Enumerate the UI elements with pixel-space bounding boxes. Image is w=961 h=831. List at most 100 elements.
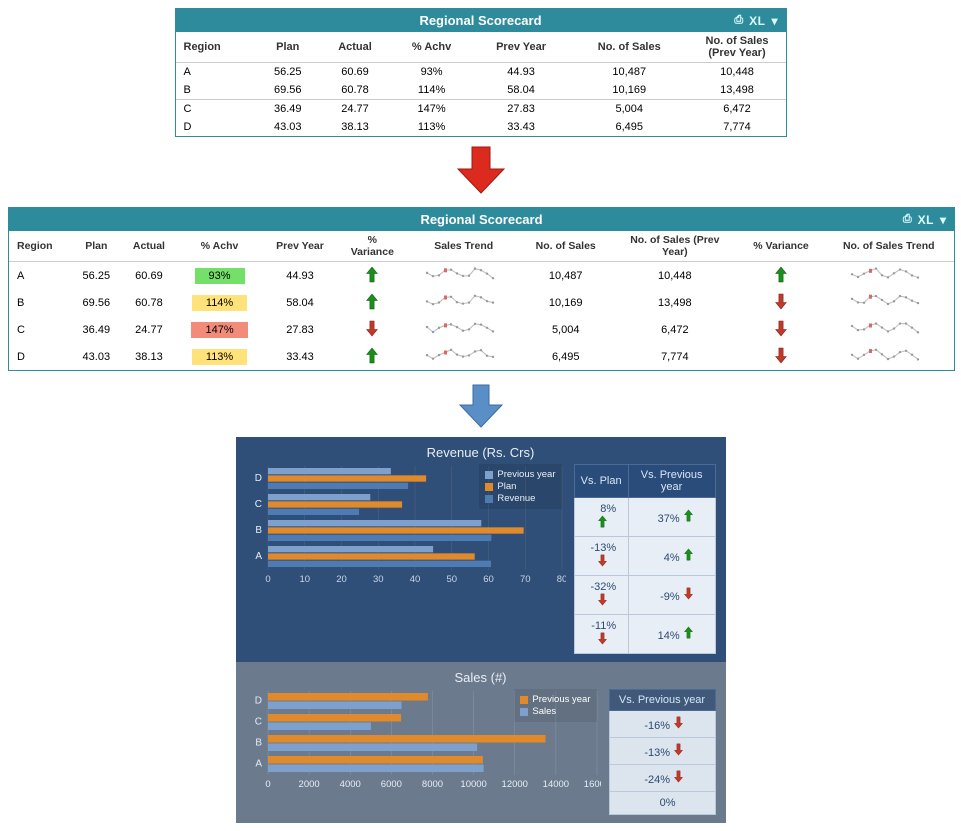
cell-sales-trend [407,262,520,290]
side-row: -11%14% [574,615,715,654]
table-row: D43.0338.13113%33.436,4957,774 [9,343,954,370]
cell-region: A [176,63,257,82]
svg-text:A: A [255,551,262,562]
svg-text:6000: 6000 [380,779,401,789]
revenue-chart-card: Revenue (Rs. Crs) 01020304050607080DCBA … [236,437,726,662]
export-xl-button[interactable]: XL [918,213,934,227]
cell-variance-1 [338,343,407,370]
cell-prev: 58.04 [472,81,570,100]
svg-text:8000: 8000 [421,779,442,789]
sparkline-icon [425,265,503,286]
cell-variance-1 [338,262,407,290]
variance-arrow-icon [597,554,608,570]
cell-nsales: 5,004 [570,100,688,119]
col-actual: Actual [319,32,391,63]
cell-actual: 60.69 [121,262,177,290]
sales-chart-card: Sales (#) 020004000600080001000012000140… [236,662,726,823]
sparkline-icon [850,265,928,286]
panel-header: Regional Scorecard ⎙ XL ▾ [176,9,786,32]
variance-arrow-icon [673,770,684,786]
cell-nsales: 10,169 [570,81,688,100]
cell-variance-2 [739,343,824,370]
panel-header: Regional Scorecard ⎙ XL ▾ [9,208,954,231]
cell-nsales_prev: 7,774 [689,118,786,136]
svg-text:D: D [254,473,261,484]
table-row: A56.2560.6993%44.9310,48710,448 [176,63,786,82]
sparkline-icon [850,292,928,313]
sparkline-icon [425,346,503,367]
cell-nsales-prev: 6,472 [611,316,738,343]
cell-achv: 114% [391,81,472,100]
legend-item: Revenue [485,493,555,504]
cell-achv: 147% [177,316,263,343]
chart-title: Sales (#) [246,670,716,685]
side-row: -24% [609,765,715,792]
svg-text:80: 80 [556,574,565,584]
cell-nsales: 10,169 [520,289,611,316]
cell-nsales_prev: 10,448 [689,63,786,82]
cell-nsales_prev: 6,472 [689,100,786,119]
flow-arrow-blue [8,381,953,431]
svg-text:30: 30 [372,574,383,584]
sparkline-icon [425,292,503,313]
cell-sales-trend [407,289,520,316]
cell-nsales: 10,487 [570,63,688,82]
svg-text:A: A [255,759,262,770]
col-header: % Variance [739,231,824,262]
cell-region: D [176,118,257,136]
variance-arrow-icon [683,548,694,564]
dropdown-icon[interactable]: ▾ [771,14,777,28]
cell-plan: 36.49 [257,100,319,119]
scorecard-table-basic: Region Plan Actual % Achv Prev Year No. … [176,32,786,136]
svg-text:2000: 2000 [298,779,319,789]
svg-text:B: B [255,738,262,749]
col-nsales: No. of Sales [570,32,688,63]
svg-text:12000: 12000 [501,779,527,789]
variance-arrow-icon [683,587,694,603]
cell-region: C [176,100,257,119]
col-prev: Prev Year [472,32,570,63]
cell-prev: 27.83 [262,316,337,343]
cell-achv: 147% [391,100,472,119]
cell-sales-trend [407,343,520,370]
legend-item: Previous year [520,694,590,705]
cell-plan: 43.03 [71,343,121,370]
cell-variance-2 [739,316,824,343]
cell-region: B [9,289,71,316]
variance-arrow-icon [673,743,684,759]
cell-prev: 27.83 [472,100,570,119]
side-header: Vs. Previous year [609,690,715,711]
cell-nsales-prev: 13,498 [611,289,738,316]
chart-title: Revenue (Rs. Crs) [246,445,716,460]
legend-item: Previous year [485,469,555,480]
svg-text:0: 0 [265,779,270,789]
cell-plan: 56.25 [71,262,121,290]
sales-side-table: Vs. Previous year-16%-13%-24%0% [609,689,716,815]
cell-variance-2 [739,262,824,290]
print-icon[interactable]: ⎙ [903,213,912,226]
dropdown-icon[interactable]: ▾ [940,213,946,227]
svg-text:16000: 16000 [583,779,600,789]
chart-dashboard: Revenue (Rs. Crs) 01020304050607080DCBA … [236,437,726,823]
cell-region: C [9,316,71,343]
side-header: Vs. Previous year [628,465,715,498]
revenue-side-table: Vs. PlanVs. Previous year8%37%-13%4%-32%… [574,464,716,654]
col-header: % Achv [177,231,263,262]
cell-achv: 113% [177,343,263,370]
svg-text:50: 50 [446,574,457,584]
print-icon[interactable]: ⎙ [734,14,743,27]
col-header: Region [9,231,71,262]
cell-prev: 33.43 [472,118,570,136]
variance-arrow-icon [683,509,694,525]
cell-nsales: 10,487 [520,262,611,290]
variance-arrow-icon [673,716,684,732]
svg-text:20: 20 [336,574,347,584]
sales-legend: Previous yearSales [514,689,596,722]
export-xl-button[interactable]: XL [749,14,765,28]
cell-actual: 60.69 [319,63,391,82]
svg-text:60: 60 [483,574,494,584]
svg-text:70: 70 [519,574,530,584]
cell-achv: 113% [391,118,472,136]
col-header: No. of Sales [520,231,611,262]
side-row: -13%4% [574,537,715,576]
